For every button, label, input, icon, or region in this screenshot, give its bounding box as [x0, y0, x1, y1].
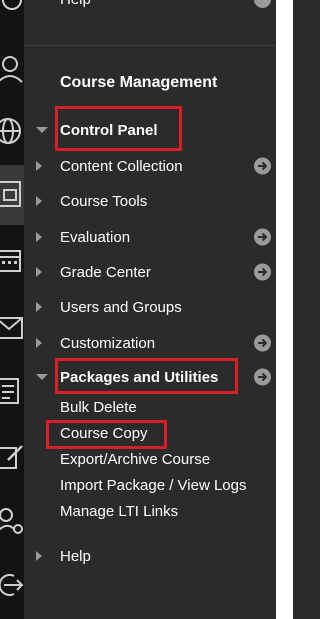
menu-item-evaluation[interactable]: Evaluation — [24, 224, 276, 250]
menu-item-help[interactable]: Help — [24, 543, 276, 569]
arrow-right-circle-icon[interactable] — [254, 334, 271, 352]
menu-item-course-tools[interactable]: Course Tools — [24, 188, 276, 214]
subitem-bulk-delete[interactable]: Bulk Delete — [60, 399, 137, 416]
calendar-icon[interactable] — [0, 245, 24, 277]
menu-item-label: Control Panel — [60, 121, 158, 139]
subitem-export-archive-course[interactable]: Export/Archive Course — [60, 451, 210, 468]
admin-icon[interactable] — [0, 505, 24, 537]
menu-item-label: Users and Groups — [60, 298, 182, 316]
menu-item-label: Help — [60, 547, 91, 565]
arrow-right-circle-icon[interactable] — [254, 228, 271, 246]
caret-right-icon[interactable] — [36, 338, 42, 348]
menu-item-users-and-groups[interactable]: Users and Groups — [24, 294, 276, 320]
caret-right-icon[interactable] — [36, 302, 42, 312]
grades-icon[interactable] — [0, 375, 24, 407]
caret-down-icon[interactable] — [36, 127, 48, 133]
caret-right-icon[interactable] — [36, 232, 42, 242]
sign-out-icon[interactable] — [0, 568, 24, 600]
help-top-link[interactable]: Help — [24, 0, 276, 12]
globe-icon[interactable] — [0, 115, 24, 147]
arrow-right-circle-icon[interactable] — [254, 157, 271, 175]
menu-item-label: Customization — [60, 334, 156, 352]
caret-right-icon[interactable] — [36, 267, 42, 277]
subitem-import-package[interactable]: Import Package / View Logs — [60, 477, 247, 494]
caret-right-icon[interactable] — [36, 196, 42, 206]
courses-icon[interactable] — [0, 178, 24, 210]
edit-icon[interactable] — [0, 440, 24, 472]
menu-item-label: Course Tools — [60, 192, 148, 210]
menu-item-label: Packages and Utilities — [60, 368, 219, 386]
menu-item-customization[interactable]: Customization — [24, 330, 276, 356]
mail-icon[interactable] — [0, 312, 24, 344]
subitem-course-copy[interactable]: Course Copy — [60, 425, 148, 442]
icon-rail — [0, 0, 24, 619]
arrow-right-circle-icon[interactable] — [254, 368, 271, 386]
menu-item-control-panel[interactable]: Control Panel — [24, 117, 276, 143]
caret-right-icon[interactable] — [36, 161, 42, 171]
help-top-go-icon[interactable] — [254, 0, 271, 8]
profile-icon[interactable] — [0, 52, 24, 84]
help-top-label: Help — [60, 0, 91, 8]
subitem-manage-lti-links[interactable]: Manage LTI Links — [60, 503, 178, 520]
content-area-edge — [276, 0, 293, 619]
menu-item-packages-and-utilities[interactable]: Packages and Utilities — [24, 364, 276, 390]
divider — [24, 45, 276, 46]
arrow-right-circle-icon[interactable] — [254, 263, 271, 281]
help-icon[interactable] — [0, 0, 24, 12]
caret-down-icon[interactable] — [36, 374, 48, 380]
section-title: Course Management — [60, 74, 218, 91]
caret-right-icon[interactable] — [36, 551, 42, 561]
menu-item-label: Grade Center — [60, 263, 151, 281]
menu-item-grade-center[interactable]: Grade Center — [24, 259, 276, 285]
menu-item-content-collection[interactable]: Content Collection — [24, 153, 276, 179]
menu-item-label: Evaluation — [60, 228, 131, 246]
menu-item-label: Content Collection — [60, 157, 183, 175]
